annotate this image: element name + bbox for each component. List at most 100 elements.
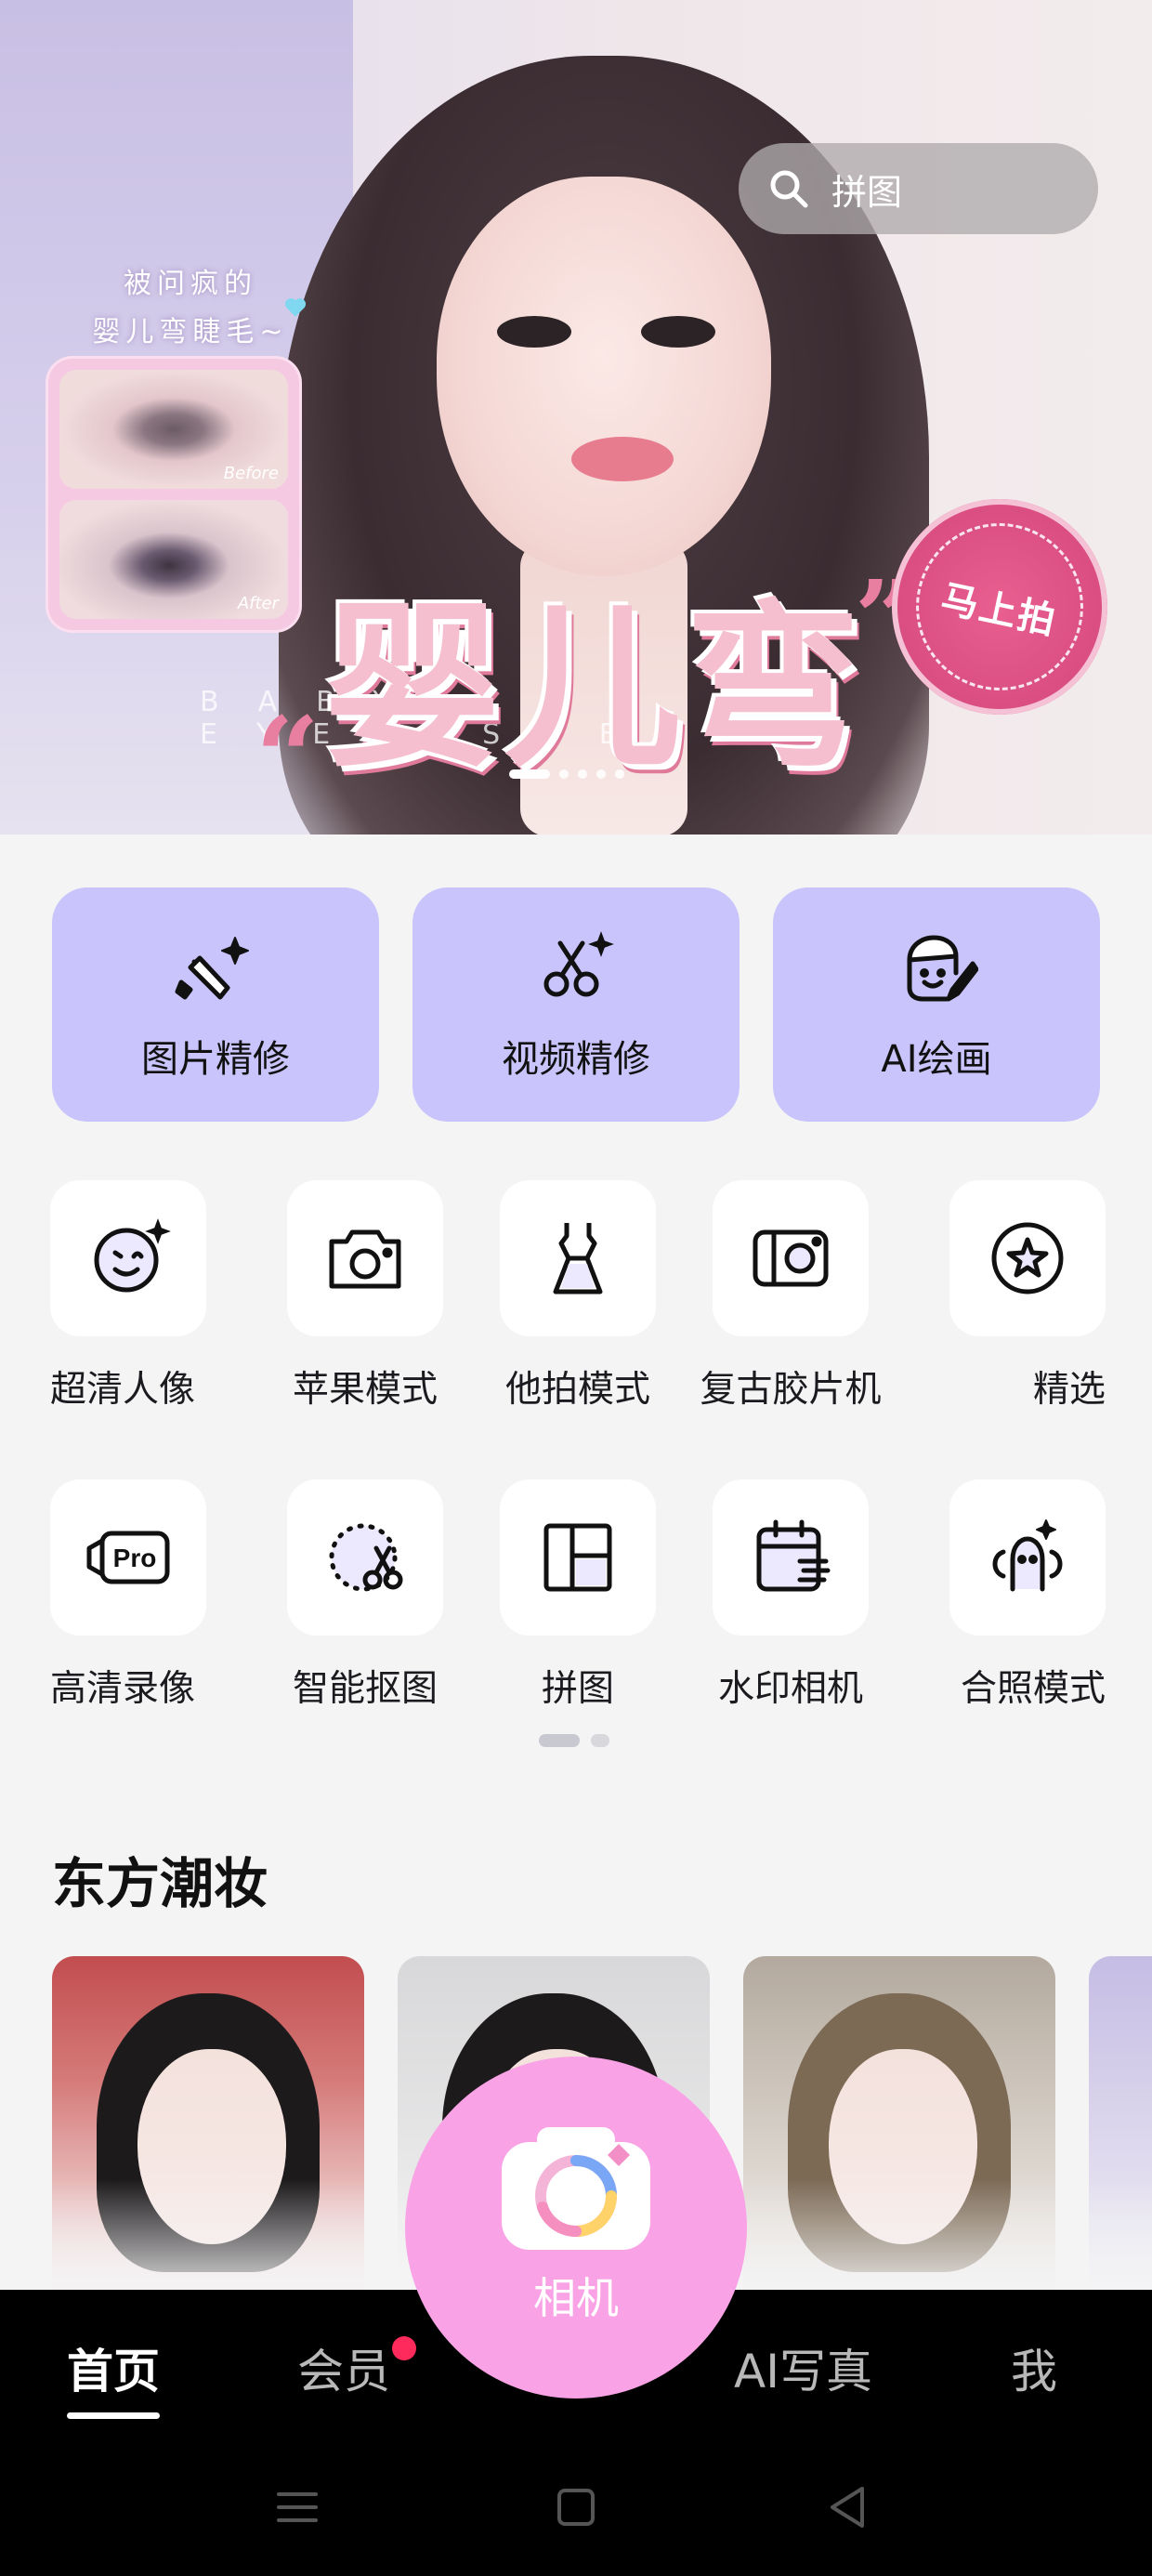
ai-painting-card[interactable]: AI绘画	[773, 887, 1100, 1122]
shoot-now-badge[interactable]: 马上拍	[892, 499, 1107, 715]
tool-featured[interactable]: 精选	[901, 1180, 1106, 1413]
tool-label: 他拍模式	[504, 1369, 650, 1411]
camera-icon	[329, 1229, 401, 1289]
before-after-card: Before After	[48, 359, 299, 630]
smart-cutout-icon	[329, 1523, 403, 1592]
tab-vip-label: 会员	[297, 2345, 390, 2399]
main-feature-cards: 图片精修 视频精修 AI绘画	[52, 887, 1100, 1122]
tab-active-indicator	[67, 2412, 160, 2419]
photo-retouch-label: 图片精修	[141, 1038, 290, 1081]
tool-label: 合照模式	[960, 1668, 1106, 1710]
back-triangle-icon[interactable]	[819, 2479, 875, 2535]
makeup-card[interactable]	[743, 1956, 1055, 2309]
tool-icon-box	[713, 1180, 869, 1336]
banner-dot	[578, 769, 587, 779]
menu-icon[interactable]	[269, 2479, 325, 2535]
tool-grid: 超清人像 苹果模式 他拍模式 复古胶片机 精选 Pro 高清录像 智能抠图 拼图…	[50, 1180, 1106, 1779]
banner-model-eye	[641, 316, 715, 348]
svg-text:Pro: Pro	[113, 1544, 157, 1572]
tool-icon-box	[287, 1180, 443, 1336]
photo-retouch-card[interactable]: 图片精修	[52, 887, 379, 1122]
tab-home[interactable]: 首页	[67, 2334, 160, 2419]
tab-ai-photo-label: AI写真	[734, 2345, 872, 2399]
video-scissors-icon	[543, 931, 614, 997]
hero-banner[interactable]: 被问疯的 婴儿弯睫毛~ Before After BABY EYELASHES …	[0, 0, 1152, 835]
banner-model-lips	[571, 437, 674, 481]
tool-icon-box	[500, 1180, 656, 1336]
star-circle-icon	[991, 1222, 1064, 1295]
tool-label: 高清录像	[50, 1668, 196, 1710]
tool-watermark-camera[interactable]: 水印相机	[688, 1479, 893, 1712]
group-photo-icon	[992, 1519, 1063, 1592]
collage-grid-icon	[543, 1523, 612, 1592]
tab-ai-photo[interactable]: AI写真	[734, 2334, 872, 2401]
tool-page-dot	[591, 1734, 609, 1747]
banner-promo-text: 被问疯的 婴儿弯睫毛~	[65, 260, 316, 357]
section-title: 东方潮妆	[52, 1852, 268, 1915]
tool-icon-box	[713, 1479, 869, 1636]
banner-dot	[559, 769, 569, 779]
tool-smart-cutout[interactable]: 智能抠图	[263, 1479, 467, 1712]
search-icon	[770, 170, 808, 208]
camera-button-label: 相机	[533, 2273, 619, 2323]
tool-label: 拼图	[541, 1668, 614, 1710]
watermark-calendar-icon	[756, 1519, 831, 1592]
tool-row-2: Pro 高清录像 智能抠图 拼图 水印相机 合照模式	[50, 1479, 1106, 1712]
makeup-card[interactable]	[1089, 1956, 1152, 2309]
tool-icon-box: Pro	[50, 1479, 206, 1636]
tool-icon-box	[949, 1479, 1106, 1636]
tool-hd-video[interactable]: Pro 高清录像	[50, 1479, 255, 1712]
banner-pagination	[509, 769, 624, 779]
hd-portrait-face-icon	[94, 1218, 171, 1293]
retouch-brush-icon	[175, 937, 249, 1000]
before-label: Before	[223, 464, 279, 483]
banner-model-face	[437, 177, 771, 576]
tool-icon-box	[949, 1180, 1106, 1336]
tool-icon-box	[50, 1180, 206, 1336]
banner-model-eye	[497, 316, 571, 348]
camera-button[interactable]: 相机	[405, 2057, 747, 2399]
tab-me[interactable]: 我	[1011, 2334, 1057, 2401]
film-camera-icon	[753, 1229, 829, 1287]
notification-dot	[392, 2336, 416, 2360]
tool-icon-box	[287, 1479, 443, 1636]
tool-apple-mode[interactable]: 苹果模式	[263, 1180, 467, 1413]
tool-label: 超清人像	[50, 1369, 196, 1411]
tool-label: 水印相机	[717, 1668, 863, 1710]
tool-page-dot-active	[539, 1734, 580, 1747]
ai-painting-label: AI绘画	[881, 1038, 992, 1081]
pro-video-icon: Pro	[86, 1531, 170, 1584]
tool-other-shoot[interactable]: 他拍模式	[476, 1180, 680, 1413]
tool-hd-portrait[interactable]: 超清人像	[50, 1180, 255, 1413]
shoot-now-label: 马上拍	[900, 507, 1099, 706]
tool-label: 复古胶片机	[700, 1369, 882, 1411]
tool-label: 苹果模式	[292, 1369, 438, 1411]
banner-dot	[596, 769, 606, 779]
tab-home-label: 首页	[67, 2345, 160, 2399]
tool-label: 智能抠图	[292, 1668, 438, 1710]
tool-pagination	[539, 1734, 609, 1747]
promo-line-2: 婴儿弯睫毛~	[92, 316, 289, 348]
search-placeholder: 拼图	[831, 171, 903, 213]
after-label: After	[237, 594, 279, 613]
banner-dot	[615, 769, 624, 779]
promo-line-1: 被问疯的	[124, 268, 257, 300]
tool-collage[interactable]: 拼图	[476, 1479, 680, 1712]
tool-row-1: 超清人像 苹果模式 他拍模式 复古胶片机 精选	[50, 1180, 1106, 1413]
before-eye-image: Before	[59, 370, 288, 489]
camera-logo-icon	[502, 2127, 650, 2250]
tool-icon-box	[500, 1479, 656, 1636]
banner-dot-active	[509, 769, 550, 779]
tool-retro-film[interactable]: 复古胶片机	[688, 1180, 893, 1413]
after-eye-image: After	[59, 500, 288, 619]
tool-label: 精选	[1032, 1369, 1106, 1411]
tab-vip[interactable]: 会员	[297, 2334, 416, 2401]
dress-icon	[553, 1223, 603, 1295]
home-square-icon[interactable]	[548, 2479, 604, 2535]
video-retouch-card[interactable]: 视频精修	[412, 887, 740, 1122]
makeup-card[interactable]	[52, 1956, 364, 2309]
search-bar[interactable]: 拼图	[739, 143, 1098, 234]
tool-group-photo[interactable]: 合照模式	[901, 1479, 1106, 1712]
system-nav-bar	[0, 2438, 1152, 2576]
ai-painting-icon	[907, 935, 978, 1002]
